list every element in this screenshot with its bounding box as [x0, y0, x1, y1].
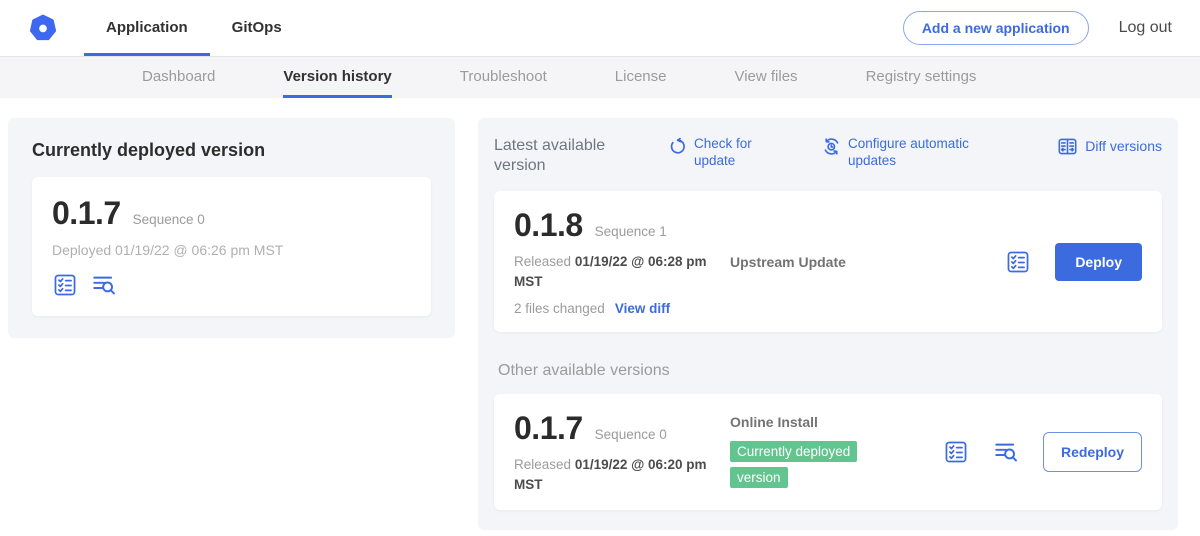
check-for-update-button[interactable]: Check for update [668, 136, 774, 170]
released-label: Released [514, 254, 571, 269]
subnav-tab-version-history[interactable]: Version history [283, 57, 391, 98]
tab-gitops[interactable]: GitOps [210, 0, 304, 56]
latest-available-title: Latest available version [494, 136, 626, 177]
tab-application[interactable]: Application [84, 0, 210, 56]
version-number: 0.1.7 [514, 410, 583, 447]
subnav-tab-troubleshoot[interactable]: Troubleshoot [460, 57, 547, 98]
app-logo-icon [28, 13, 58, 43]
latest-available-header: Latest available version Check for updat… [494, 136, 1162, 177]
deploy-button[interactable]: Deploy [1055, 243, 1142, 281]
version-number: 0.1.7 [52, 195, 121, 232]
currently-deployed-badge: Currently deployed version [730, 441, 857, 488]
main-content: Currently deployed version 0.1.7 Sequenc… [0, 98, 1200, 536]
subnav-tab-license[interactable]: License [615, 57, 667, 98]
app-subnav: Dashboard Version history Troubleshoot L… [0, 56, 1200, 98]
sequence-label: Sequence 0 [595, 427, 667, 442]
view-diff-link[interactable]: View diff [615, 301, 670, 316]
diff-versions-button[interactable]: Diff versions [1057, 136, 1162, 157]
latest-available-card: Latest available version Check for updat… [478, 118, 1178, 530]
subnav-tab-view-files[interactable]: View files [734, 57, 797, 98]
configure-automatic-updates-label: Configure automatic updates [848, 136, 986, 170]
subnav-tab-dashboard[interactable]: Dashboard [142, 57, 215, 98]
preflight-checks-icon[interactable] [943, 439, 969, 465]
add-application-button[interactable]: Add a new application [903, 11, 1089, 45]
top-nav: Application GitOps Add a new application… [0, 0, 1200, 56]
version-source-label: Upstream Update [730, 254, 1005, 270]
deploy-logs-icon[interactable] [91, 272, 117, 298]
preflight-checks-icon[interactable] [1005, 249, 1031, 275]
schedule-update-icon [822, 137, 841, 156]
released-timestamp: Released 01/19/22 @ 06:20 pm MST [514, 455, 712, 494]
deployed-version-card: 0.1.7 Sequence 0 Deployed 01/19/22 @ 06:… [32, 177, 431, 316]
refresh-icon [668, 137, 687, 156]
redeploy-button[interactable]: Redeploy [1043, 432, 1142, 472]
released-label: Released [514, 457, 571, 472]
files-changed-label: 2 files changed [514, 301, 605, 316]
logout-button[interactable]: Log out [1119, 19, 1172, 37]
diff-versions-label: Diff versions [1085, 138, 1162, 156]
released-timestamp: Released 01/19/22 @ 06:28 pm MST [514, 252, 712, 291]
version-number: 0.1.8 [514, 207, 583, 244]
subnav-tab-registry-settings[interactable]: Registry settings [866, 57, 977, 98]
deployed-timestamp: Deployed 01/19/22 @ 06:26 pm MST [52, 242, 411, 258]
version-source-label: Online Install [730, 414, 943, 430]
configure-automatic-updates-button[interactable]: Configure automatic updates [822, 136, 986, 170]
sequence-label: Sequence 1 [595, 224, 667, 239]
version-row-latest: 0.1.8 Sequence 1 Released 01/19/22 @ 06:… [494, 191, 1162, 332]
currently-deployed-card: Currently deployed version 0.1.7 Sequenc… [8, 118, 455, 338]
check-for-update-label: Check for update [694, 136, 774, 170]
other-versions-heading: Other available versions [498, 362, 1162, 380]
currently-deployed-title: Currently deployed version [32, 140, 431, 161]
sequence-label: Sequence 0 [133, 212, 205, 227]
version-row-other: 0.1.7 Sequence 0 Released 01/19/22 @ 06:… [494, 394, 1162, 510]
diff-icon [1057, 136, 1078, 157]
preflight-checks-icon[interactable] [52, 272, 78, 298]
deploy-logs-icon[interactable] [993, 439, 1019, 465]
